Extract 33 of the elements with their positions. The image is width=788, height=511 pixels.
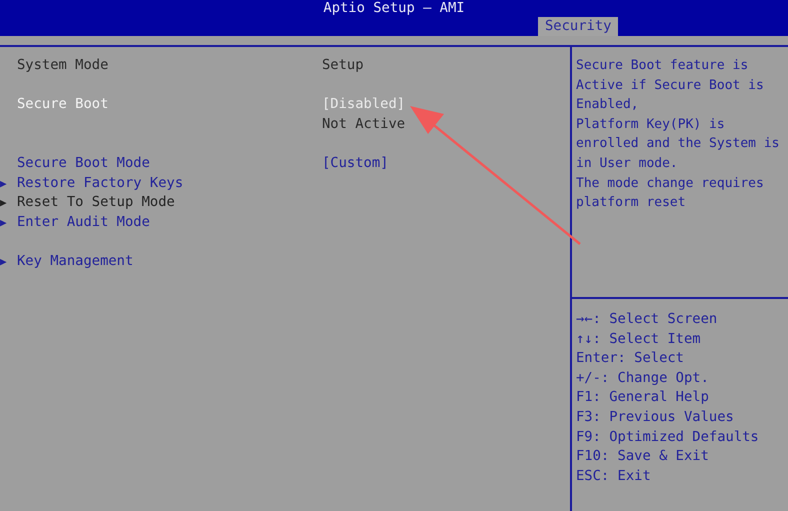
help-text: enrolled and the System is — [576, 135, 780, 154]
help-text: Platform Key(PK) is — [576, 116, 726, 134]
help-text: The mode change requires — [576, 174, 765, 193]
key-hint: F3: Previous Values — [576, 408, 735, 427]
key-hint: +/-: Change Opt. — [576, 368, 710, 388]
submenu-arrow: ▶ — [0, 176, 7, 190]
help-text: platform reset — [576, 194, 687, 212]
setting-label[interactable]: Secure Boot — [17, 96, 108, 112]
setting-value: [Disabled] — [322, 95, 406, 114]
key-hint: F9: Optimized Defaults — [576, 428, 760, 447]
window-title: Aptio Setup – AMI — [322, 0, 466, 16]
help-text: in User mode. — [576, 154, 679, 173]
submenu-arrow: ▶ — [0, 254, 7, 268]
setting-label[interactable]: Key Management — [17, 252, 134, 269]
setting-label[interactable]: Restore Factory Keys — [17, 174, 184, 191]
status-text: Not Active — [322, 114, 406, 134]
setting-value: [Custom] — [322, 154, 388, 173]
setting-label[interactable]: System Mode — [17, 57, 108, 73]
key-hint: →←: Select Screen — [576, 310, 718, 329]
key-hint: F10: Save & Exit — [576, 447, 710, 466]
help-text: Enabled, — [576, 96, 640, 114]
setting-value: Setup — [322, 56, 364, 75]
setting-label[interactable]: Secure Boot Mode — [17, 154, 150, 171]
key-hint: Enter: Select — [576, 349, 685, 368]
help-text: Active if Secure Boot is — [576, 76, 765, 95]
submenu-arrow: ▶ — [0, 216, 7, 229]
key-hint: ESC: Exit — [576, 466, 652, 486]
key-hint: ↑↓: Select Item — [576, 330, 702, 349]
help-text: Secure Boot feature is — [576, 57, 750, 75]
menu-tab[interactable]: Security — [538, 17, 618, 36]
key-hint: F1: General Help — [576, 388, 710, 408]
submenu-arrow: ▶ — [0, 196, 7, 210]
setting-label[interactable]: Enter Audit Mode — [17, 214, 150, 230]
